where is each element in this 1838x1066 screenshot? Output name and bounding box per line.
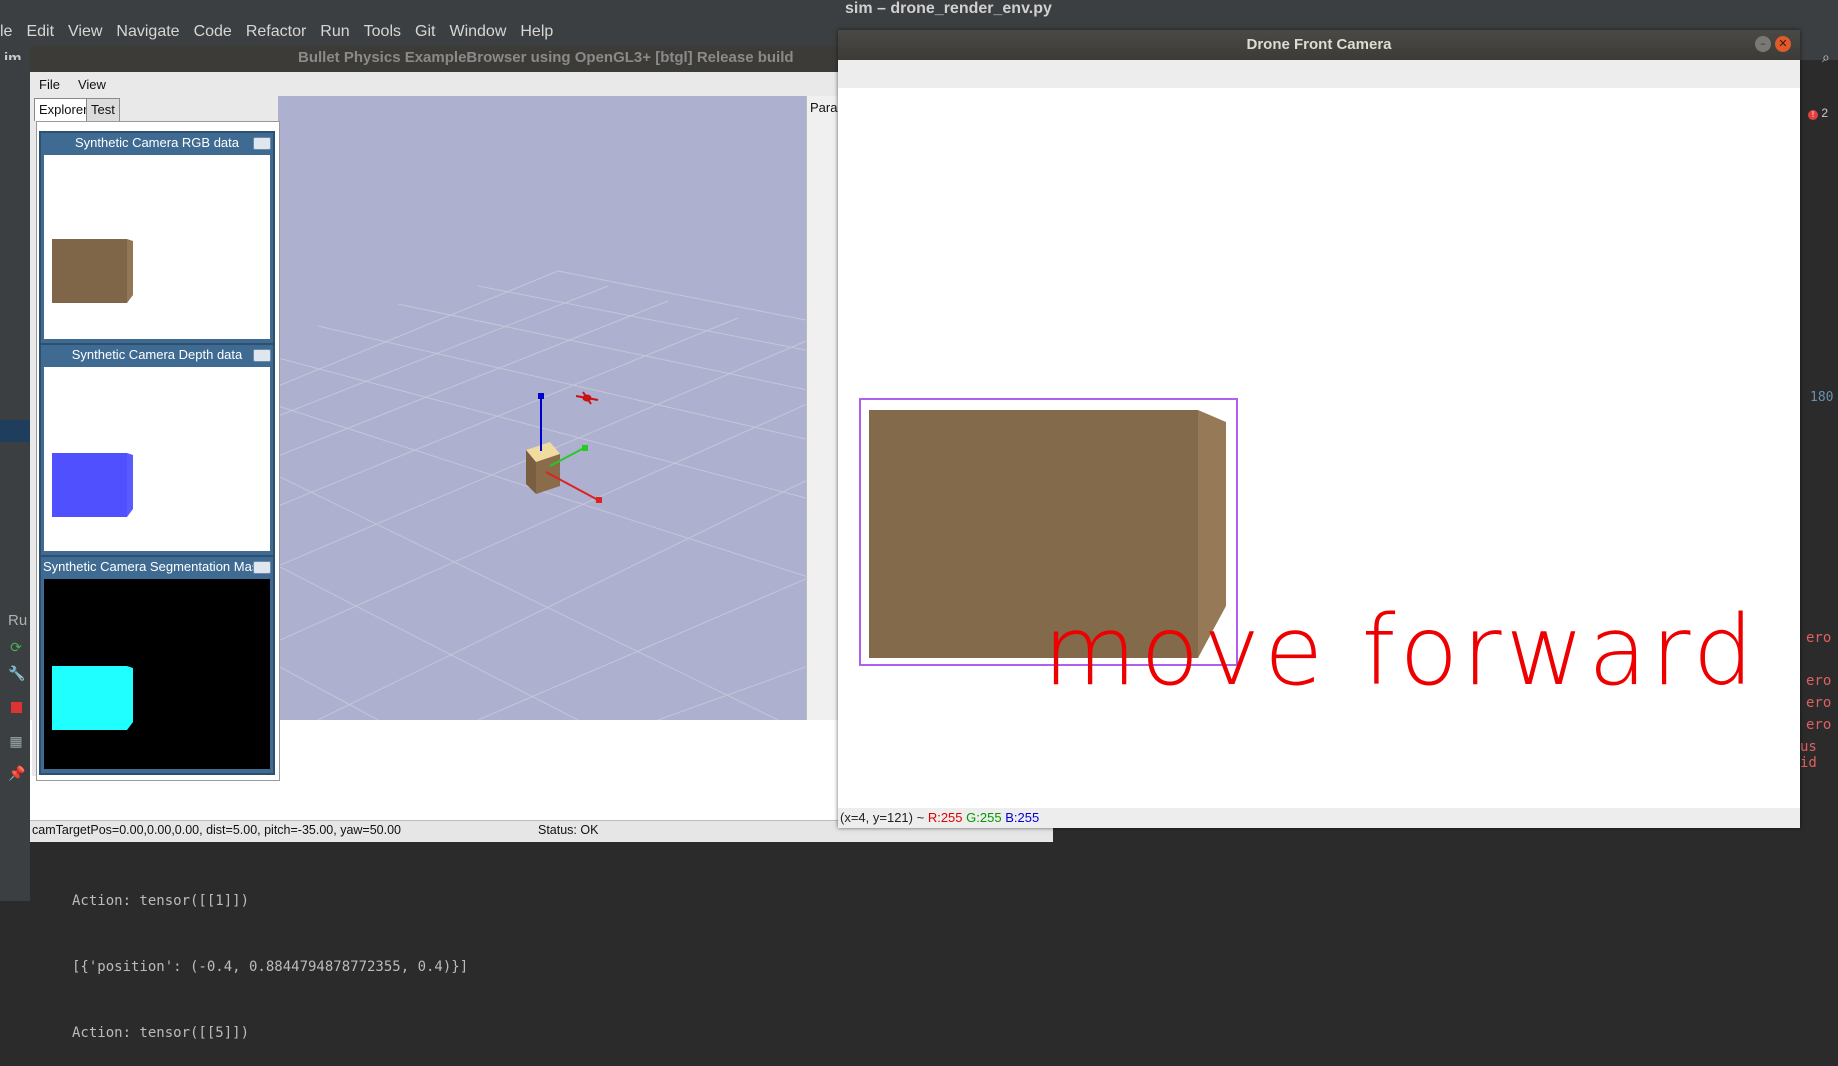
drone-camera-title: Drone Front Camera bbox=[1246, 36, 1392, 53]
ide-menu: le Edit View Navigate Code Refactor Run … bbox=[0, 20, 560, 44]
depth-camera-window[interactable]: Synthetic Camera Depth data bbox=[39, 343, 275, 557]
camera-status: camTargetPos=0.00,0.00,0.00, dist=5.00, … bbox=[32, 823, 402, 837]
minimize-window-button[interactable]: – bbox=[1755, 36, 1771, 52]
run-tool-label[interactable]: Ru bbox=[8, 612, 27, 629]
rerun-icon[interactable]: ⟳ bbox=[8, 640, 24, 656]
rgb-camera-header[interactable]: Synthetic Camera RGB data bbox=[41, 133, 273, 153]
pin-icon[interactable]: 📌 bbox=[8, 766, 25, 782]
menu-refactor[interactable]: Refactor bbox=[239, 20, 313, 44]
menu-tools[interactable]: Tools bbox=[357, 20, 408, 44]
rgb-box-render bbox=[52, 239, 133, 303]
segmentation-box-render bbox=[52, 666, 133, 730]
close-window-button[interactable]: ✕ bbox=[1775, 36, 1791, 52]
menu-run[interactable]: Run bbox=[313, 20, 356, 44]
menu-edit[interactable]: Edit bbox=[19, 20, 61, 44]
console-output: Action: tensor([[1]]) [{'position': (-0.… bbox=[72, 846, 468, 1066]
z-axis-tip bbox=[538, 393, 544, 399]
search-icon[interactable]: ⌕ bbox=[1822, 50, 1830, 66]
ide-window-title: sim – drone_render_env.py bbox=[845, 0, 1052, 17]
console-error-snippet: us id bbox=[1800, 739, 1817, 771]
rgb-camera-title: Synthetic Camera RGB data bbox=[74, 135, 240, 150]
console-line: [{'position': (-0.4, 0.8844794878772355,… bbox=[72, 959, 469, 975]
pixel-blue: B:255 bbox=[1005, 810, 1040, 825]
menu-code[interactable]: Code bbox=[187, 20, 239, 44]
menu-file[interactable]: le bbox=[0, 20, 19, 44]
x-axis-tip bbox=[596, 497, 602, 503]
3d-viewport[interactable] bbox=[278, 96, 836, 720]
3d-scene bbox=[278, 270, 836, 720]
bullet-window-title: Bullet Physics ExampleBrowser using Open… bbox=[298, 49, 794, 66]
ide-selection-marker bbox=[0, 420, 30, 442]
drone-camera-status: (x=4, y=121) ~ R:255 G:255 B:255 bbox=[838, 808, 1800, 828]
error-indicator[interactable]: ! 2 bbox=[1808, 106, 1828, 120]
segmentation-camera-header[interactable]: Synthetic Camera Segmentation Mask bbox=[41, 557, 273, 577]
pixel-green: G:255 bbox=[966, 810, 1002, 825]
tab-explorer[interactable]: Explorer bbox=[34, 98, 93, 121]
depth-camera-title: Synthetic Camera Depth data bbox=[71, 347, 243, 362]
pixel-coords: (x=4, y=121) ~ bbox=[840, 810, 925, 825]
segmentation-camera-title: Synthetic Camera Segmentation Mask bbox=[43, 559, 265, 574]
bullet-menubar: File View bbox=[30, 74, 115, 96]
minimize-button[interactable] bbox=[253, 349, 271, 362]
menu-navigate[interactable]: Navigate bbox=[109, 20, 186, 44]
error-icon: ! bbox=[1808, 110, 1818, 120]
rgb-camera-window[interactable]: Synthetic Camera RGB data bbox=[39, 131, 275, 345]
pixel-red: R:255 bbox=[927, 810, 963, 825]
layout-icon[interactable]: ▦ bbox=[8, 734, 24, 750]
tab-test[interactable]: Test bbox=[86, 98, 120, 121]
depth-camera-header[interactable]: Synthetic Camera Depth data bbox=[41, 345, 273, 365]
segmentation-camera-view bbox=[44, 579, 270, 769]
depth-box-render bbox=[52, 453, 133, 517]
console-error-snippet: ero bbox=[1806, 630, 1832, 646]
bullet-menu-file[interactable]: File bbox=[30, 74, 69, 96]
rgb-camera-view bbox=[44, 155, 270, 339]
drone-camera-toolbar bbox=[838, 60, 1800, 88]
minimize-button[interactable] bbox=[253, 137, 271, 150]
minimize-button[interactable] bbox=[253, 561, 271, 574]
console-line: Action: tensor([[1]]) bbox=[72, 893, 250, 909]
menu-git[interactable]: Git bbox=[408, 20, 442, 44]
segmentation-camera-window[interactable]: Synthetic Camera Segmentation Mask bbox=[39, 555, 275, 775]
bullet-menu-view[interactable]: View bbox=[69, 74, 115, 96]
menu-view[interactable]: View bbox=[61, 20, 109, 44]
ground-grid bbox=[278, 270, 836, 720]
console-error-snippet: ero bbox=[1806, 717, 1832, 733]
action-overlay-text: move forward bbox=[1043, 595, 1758, 707]
wrench-icon[interactable]: 🔧 bbox=[8, 666, 25, 682]
stop-icon[interactable] bbox=[8, 700, 24, 716]
console-error-snippet: ero bbox=[1806, 695, 1832, 711]
run-status: Status: OK bbox=[538, 823, 599, 837]
box-object bbox=[526, 442, 560, 494]
console-error-snippet: ero bbox=[1806, 673, 1832, 689]
drone-model bbox=[575, 391, 599, 405]
y-axis-tip bbox=[582, 445, 588, 451]
menu-help[interactable]: Help bbox=[513, 20, 560, 44]
side-number: 180 bbox=[1810, 390, 1834, 405]
menu-window[interactable]: Window bbox=[442, 20, 513, 44]
ide-right-strip bbox=[1800, 60, 1838, 901]
console-line: Action: tensor([[5]]) bbox=[72, 1025, 250, 1041]
error-count: 2 bbox=[1821, 106, 1829, 120]
depth-camera-view bbox=[44, 367, 270, 551]
